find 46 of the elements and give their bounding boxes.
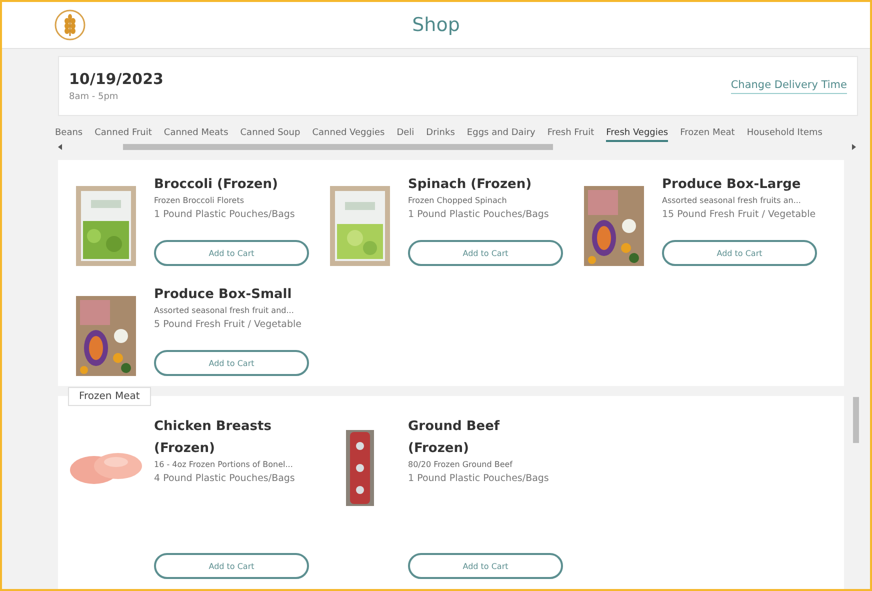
product-description: Frozen Broccoli Florets [154,196,245,205]
product-size: 1 Pound Plastic Pouches/Bags [408,208,550,222]
add-to-cart-button[interactable]: Add to Cart [662,240,817,266]
product-description: 80/20 Frozen Ground Beef [408,460,514,469]
category-tab[interactable]: Frozen Meat [680,128,735,142]
category-tab[interactable]: Canned Veggies [312,128,385,142]
product-description: Frozen Chopped Spinach [408,196,508,205]
add-to-cart-button[interactable]: Add to Cart [154,240,309,266]
category-tab[interactable]: Fresh Fruit [547,128,594,142]
category-tab[interactable]: Canned Meats [164,128,228,142]
add-to-cart-button[interactable]: Add to Cart [154,350,309,376]
add-to-cart-button[interactable]: Add to Cart [408,553,563,579]
product-size: 1 Pound Plastic Pouches/Bags [154,208,296,222]
scrollbar-thumb[interactable] [123,144,553,150]
category-tab[interactable]: Fresh Veggies [606,128,668,142]
product-size: 5 Pound Fresh Fruit / Vegetable [154,318,303,332]
category-tab[interactable]: Deli [396,128,414,142]
add-to-cart-button[interactable]: Add to Cart [154,553,309,579]
wheat-logo-icon[interactable] [54,9,86,41]
category-tab[interactable]: Canned Soup [240,128,300,142]
section-label: Frozen Meat [68,387,151,406]
product-description: Assorted seasonal fresh fruits an... [662,196,802,205]
product-description: Assorted seasonal fresh fruit and... [154,306,295,315]
product-name: Produce Box-Large [662,176,802,194]
delivery-hours: 8am - 5pm [69,92,120,102]
change-delivery-link[interactable]: Change Delivery Time [730,78,847,94]
category-tab[interactable]: Household Items [746,128,822,142]
scroll-right-icon[interactable] [851,144,856,150]
product-size: 1 Pound Plastic Pouches/Bags [408,472,550,486]
product-name: Spinach (Frozen) [408,176,533,194]
add-to-cart-button[interactable]: Add to Cart [408,240,563,266]
page-title: Shop [412,14,460,36]
product-size: 4 Pound Plastic Pouches/Bags [154,472,296,486]
category-tab[interactable]: Eggs and Dairy [466,128,536,142]
product-description: 16 - 4oz Frozen Portions of Bonel... [154,460,294,469]
category-tab[interactable]: Drinks [426,128,455,142]
category-tab[interactable]: Canned Fruit [94,128,152,142]
product-name: Chicken Breasts (Frozen) [154,418,272,458]
category-tab[interactable]: Beans [55,128,83,142]
product-name: Broccoli (Frozen) [154,176,279,194]
scroll-left-icon[interactable] [58,144,63,150]
product-size: 15 Pound Fresh Fruit / Vegetable [662,208,817,222]
product-name: Ground Beef (Frozen) [408,418,501,458]
delivery-date: 10/19/2023 [69,70,164,88]
scrollbar-thumb[interactable] [853,397,859,443]
product-name: Produce Box-Small [154,286,293,304]
